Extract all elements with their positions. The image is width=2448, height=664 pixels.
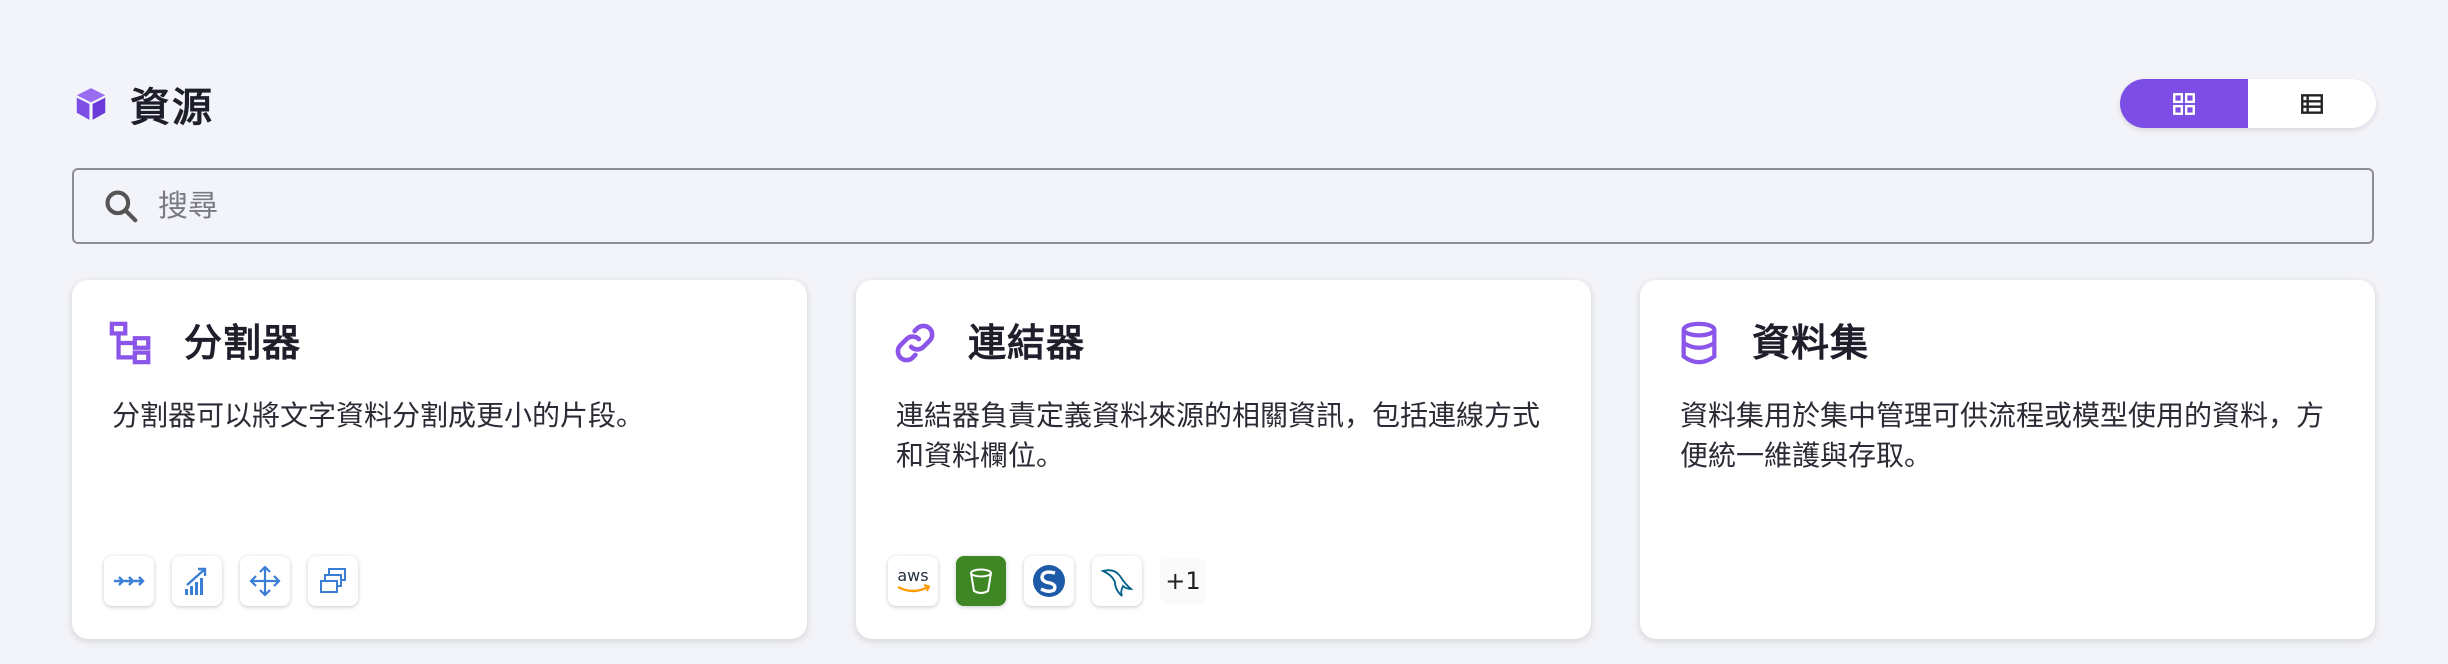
stack-icon xyxy=(308,556,358,606)
card-description: 資料集用於集中管理可供流程或模型使用的資料，方便統一維護與存取。 xyxy=(1680,399,2325,472)
splitter-icon xyxy=(109,321,151,365)
cube-icon xyxy=(76,88,106,120)
s-logo-icon xyxy=(1024,556,1074,606)
resource-card-splitter[interactable]: 分割器 分割器可以將文字資料分割成更小的片段。 xyxy=(72,280,807,639)
card-title: 資料集 xyxy=(1752,321,1870,365)
link-icon xyxy=(895,323,935,363)
database-icon xyxy=(1681,321,1717,365)
mysql-dolphin-icon xyxy=(1092,556,1142,606)
page-header: 資源 xyxy=(72,78,214,131)
card-title: 連結器 xyxy=(968,321,1086,365)
chart-arrow-icon xyxy=(172,556,222,606)
arrows-icon xyxy=(104,556,154,606)
search-icon xyxy=(105,190,138,223)
bucket-icon xyxy=(956,556,1006,606)
logo-row xyxy=(104,556,358,606)
search-input[interactable] xyxy=(156,187,2160,225)
aws-icon: aws xyxy=(888,556,938,606)
aws-logo-text: aws xyxy=(897,566,928,585)
card-description: 連結器負責定義資料來源的相關資訊，包括連線方式和資料欄位。 xyxy=(896,399,1541,472)
resource-card-connector[interactable]: 連結器 連結器負責定義資料來源的相關資訊，包括連線方式和資料欄位。 aws +1 xyxy=(856,280,1591,639)
grid-icon xyxy=(2173,92,2195,115)
view-toggle xyxy=(2120,79,2376,128)
logo-row: aws +1 xyxy=(888,556,1206,606)
search-box xyxy=(72,168,2374,244)
page-title: 資源 xyxy=(130,85,214,131)
more-logos-count: +1 xyxy=(1160,558,1206,604)
split-cross-icon xyxy=(240,556,290,606)
resource-card-dataset[interactable]: 資料集 資料集用於集中管理可供流程或模型使用的資料，方便統一維護與存取。 xyxy=(1640,280,2375,639)
list-view-button[interactable] xyxy=(2248,79,2376,128)
list-icon xyxy=(2301,93,2323,114)
grid-view-button[interactable] xyxy=(2120,79,2248,128)
card-title: 分割器 xyxy=(184,321,302,365)
card-description: 分割器可以將文字資料分割成更小的片段。 xyxy=(112,399,645,432)
